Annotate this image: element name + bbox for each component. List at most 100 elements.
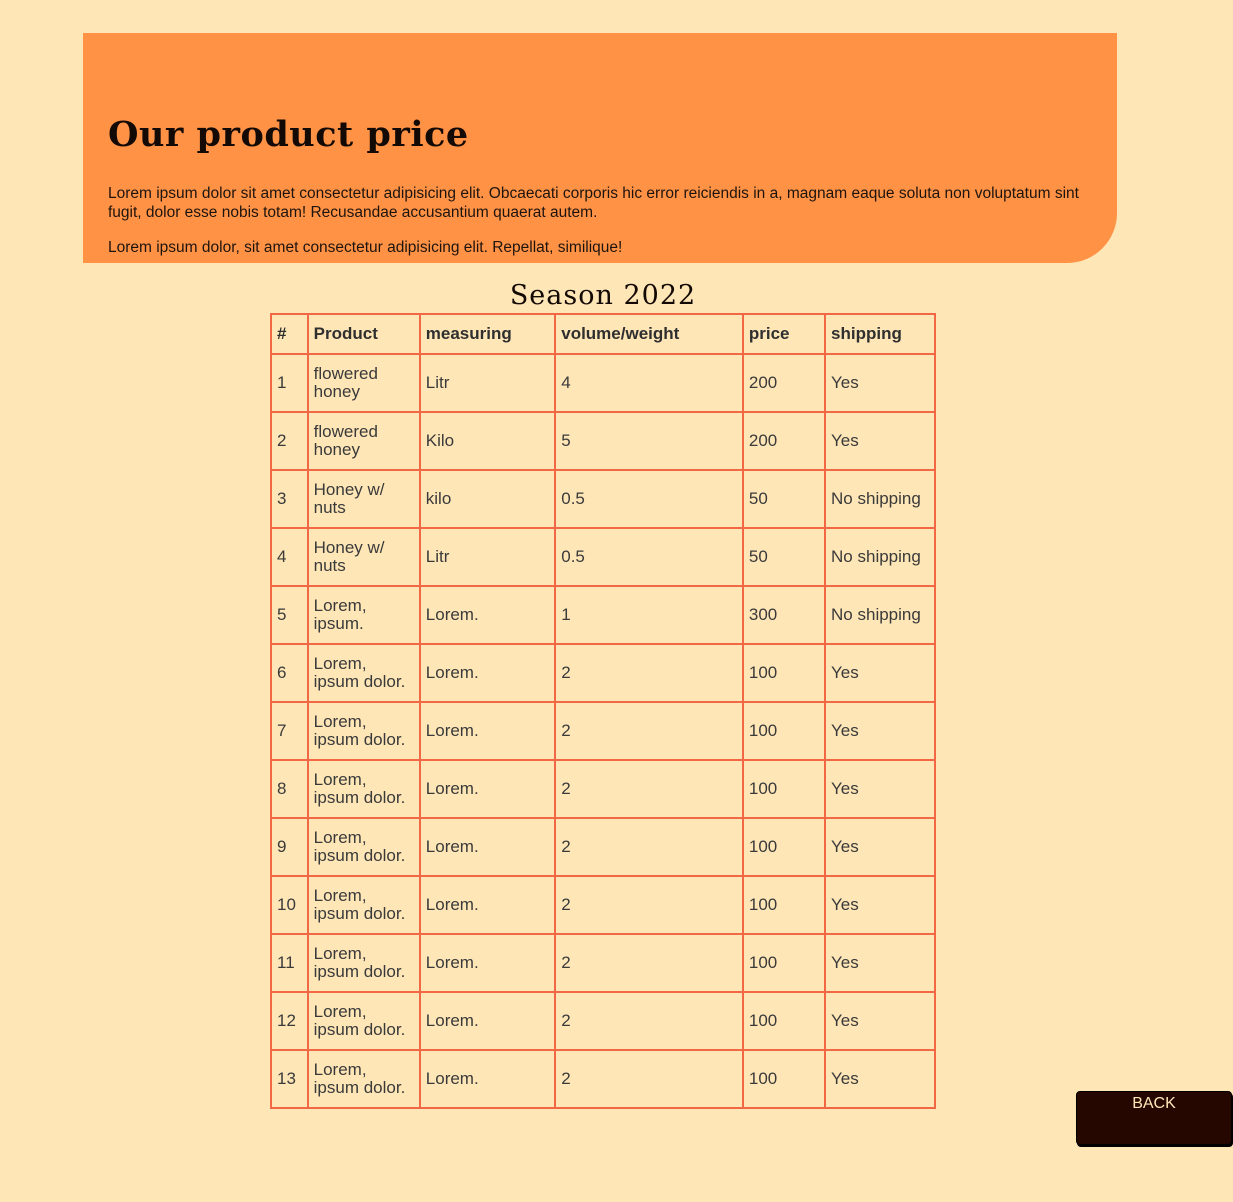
cell-shipping: No shipping (824, 469, 936, 529)
hero-banner: Our product price Lorem ipsum dolor sit … (83, 33, 1117, 263)
back-button[interactable]: BACK (1076, 1091, 1232, 1145)
cell-product: Honey w/ nuts (306, 469, 421, 529)
cell-price: 100 (741, 933, 827, 993)
cell-shipping: Yes (824, 701, 936, 761)
cell-product: Lorem, ipsum dolor. (306, 875, 421, 935)
cell-shipping: Yes (824, 1049, 936, 1109)
cell-shipping: Yes (824, 643, 936, 703)
cell-shipping: Yes (824, 759, 936, 819)
cell-product: flowered honey (306, 353, 421, 413)
cell-product: Lorem, ipsum dolor. (306, 933, 421, 993)
cell-product: Lorem, ipsum dolor. (306, 701, 421, 761)
cell-product: flowered honey (306, 411, 421, 471)
cell-volume-weight: 2 (554, 875, 744, 935)
table-row: 12 Lorem, ipsum dolor. Lorem. 2 100 Yes (270, 991, 936, 1051)
cell-volume-weight: 2 (554, 991, 744, 1051)
cell-product: Lorem, ipsum dolor. (306, 759, 421, 819)
cell-measuring: kilo (418, 469, 557, 529)
table-row: 4 Honey w/ nuts Litr 0.5 50 No shipping (270, 527, 936, 587)
cell-measuring: Litr (418, 527, 557, 587)
intro-paragraph-secondary: Lorem ipsum dolor, sit amet consectetur … (108, 239, 623, 256)
intro-paragraph: Lorem ipsum dolor sit amet consectetur a… (108, 185, 1079, 221)
table-row: 13 Lorem, ipsum dolor. Lorem. 2 100 Yes (270, 1049, 936, 1109)
cell-price: 100 (741, 1049, 827, 1109)
cell-number: 1 (270, 353, 309, 413)
cell-measuring: Kilo (418, 411, 557, 471)
cell-number: 12 (270, 991, 309, 1051)
cell-shipping: Yes (824, 353, 936, 413)
cell-shipping: No shipping (824, 585, 936, 645)
cell-price: 100 (741, 759, 827, 819)
cell-volume-weight: 0.5 (554, 469, 744, 529)
table-row: 1 flowered honey Litr 4 200 Yes (270, 353, 936, 413)
table-row: 10 Lorem, ipsum dolor. Lorem. 2 100 Yes (270, 875, 936, 935)
cell-price: 50 (741, 469, 827, 529)
cell-shipping: Yes (824, 933, 936, 993)
cell-shipping: Yes (824, 991, 936, 1051)
cell-measuring: Lorem. (418, 933, 557, 993)
cell-measuring: Lorem. (418, 817, 557, 877)
cell-number: 11 (270, 933, 309, 993)
header-number: # (270, 313, 309, 355)
cell-volume-weight: 2 (554, 701, 744, 761)
cell-shipping: No shipping (824, 527, 936, 587)
header-measuring: measuring (418, 313, 557, 355)
cell-measuring: Lorem. (418, 1049, 557, 1109)
cell-number: 9 (270, 817, 309, 877)
table-body: 1 flowered honey Litr 4 200 Yes 2 flower… (270, 353, 936, 1109)
header-product: Product (306, 313, 421, 355)
cell-product: Lorem, ipsum dolor. (306, 1049, 421, 1109)
cell-number: 8 (270, 759, 309, 819)
table-row: 9 Lorem, ipsum dolor. Lorem. 2 100 Yes (270, 817, 936, 877)
cell-price: 100 (741, 701, 827, 761)
table-row: 6 Lorem, ipsum dolor. Lorem. 2 100 Yes (270, 643, 936, 703)
cell-volume-weight: 2 (554, 643, 744, 703)
cell-price: 50 (741, 527, 827, 587)
cell-volume-weight: 0.5 (554, 527, 744, 587)
cell-measuring: Lorem. (418, 643, 557, 703)
cell-product: Lorem, ipsum dolor. (306, 643, 421, 703)
cell-measuring: Lorem. (418, 875, 557, 935)
table-header-row: # Product measuring volume/weight price … (270, 313, 936, 355)
cell-volume-weight: 2 (554, 759, 744, 819)
cell-product: Lorem, ipsum dolor. (306, 991, 421, 1051)
cell-number: 6 (270, 643, 309, 703)
cell-number: 4 (270, 527, 309, 587)
cell-volume-weight: 2 (554, 1049, 744, 1109)
table-row: 5 Lorem, ipsum. Lorem. 1 300 No shipping (270, 585, 936, 645)
cell-product: Lorem, ipsum dolor. (306, 817, 421, 877)
table-caption: Season 2022 (509, 280, 697, 311)
cell-volume-weight: 2 (554, 933, 744, 993)
cell-number: 3 (270, 469, 309, 529)
table-row: 11 Lorem, ipsum dolor. Lorem. 2 100 Yes (270, 933, 936, 993)
cell-price: 100 (741, 991, 827, 1051)
cell-product: Lorem, ipsum. (306, 585, 421, 645)
page-title: Our product price (108, 114, 469, 155)
price-table: # Product measuring volume/weight price … (270, 313, 936, 1109)
cell-price: 100 (741, 875, 827, 935)
cell-measuring: Lorem. (418, 585, 557, 645)
table-row: 2 flowered honey Kilo 5 200 Yes (270, 411, 936, 471)
table-row: 8 Lorem, ipsum dolor. Lorem. 2 100 Yes (270, 759, 936, 819)
cell-price: 200 (741, 411, 827, 471)
table-row: 3 Honey w/ nuts kilo 0.5 50 No shipping (270, 469, 936, 529)
cell-measuring: Lorem. (418, 991, 557, 1051)
cell-measuring: Litr (418, 353, 557, 413)
cell-product: Honey w/ nuts (306, 527, 421, 587)
cell-measuring: Lorem. (418, 701, 557, 761)
cell-number: 5 (270, 585, 309, 645)
cell-shipping: Yes (824, 817, 936, 877)
cell-price: 200 (741, 353, 827, 413)
cell-price: 100 (741, 643, 827, 703)
cell-number: 10 (270, 875, 309, 935)
cell-price: 100 (741, 817, 827, 877)
cell-volume-weight: 2 (554, 817, 744, 877)
cell-shipping: Yes (824, 411, 936, 471)
cell-volume-weight: 4 (554, 353, 744, 413)
header-shipping: shipping (824, 313, 936, 355)
cell-volume-weight: 1 (554, 585, 744, 645)
cell-price: 300 (741, 585, 827, 645)
cell-volume-weight: 5 (554, 411, 744, 471)
cell-number: 13 (270, 1049, 309, 1109)
cell-measuring: Lorem. (418, 759, 557, 819)
